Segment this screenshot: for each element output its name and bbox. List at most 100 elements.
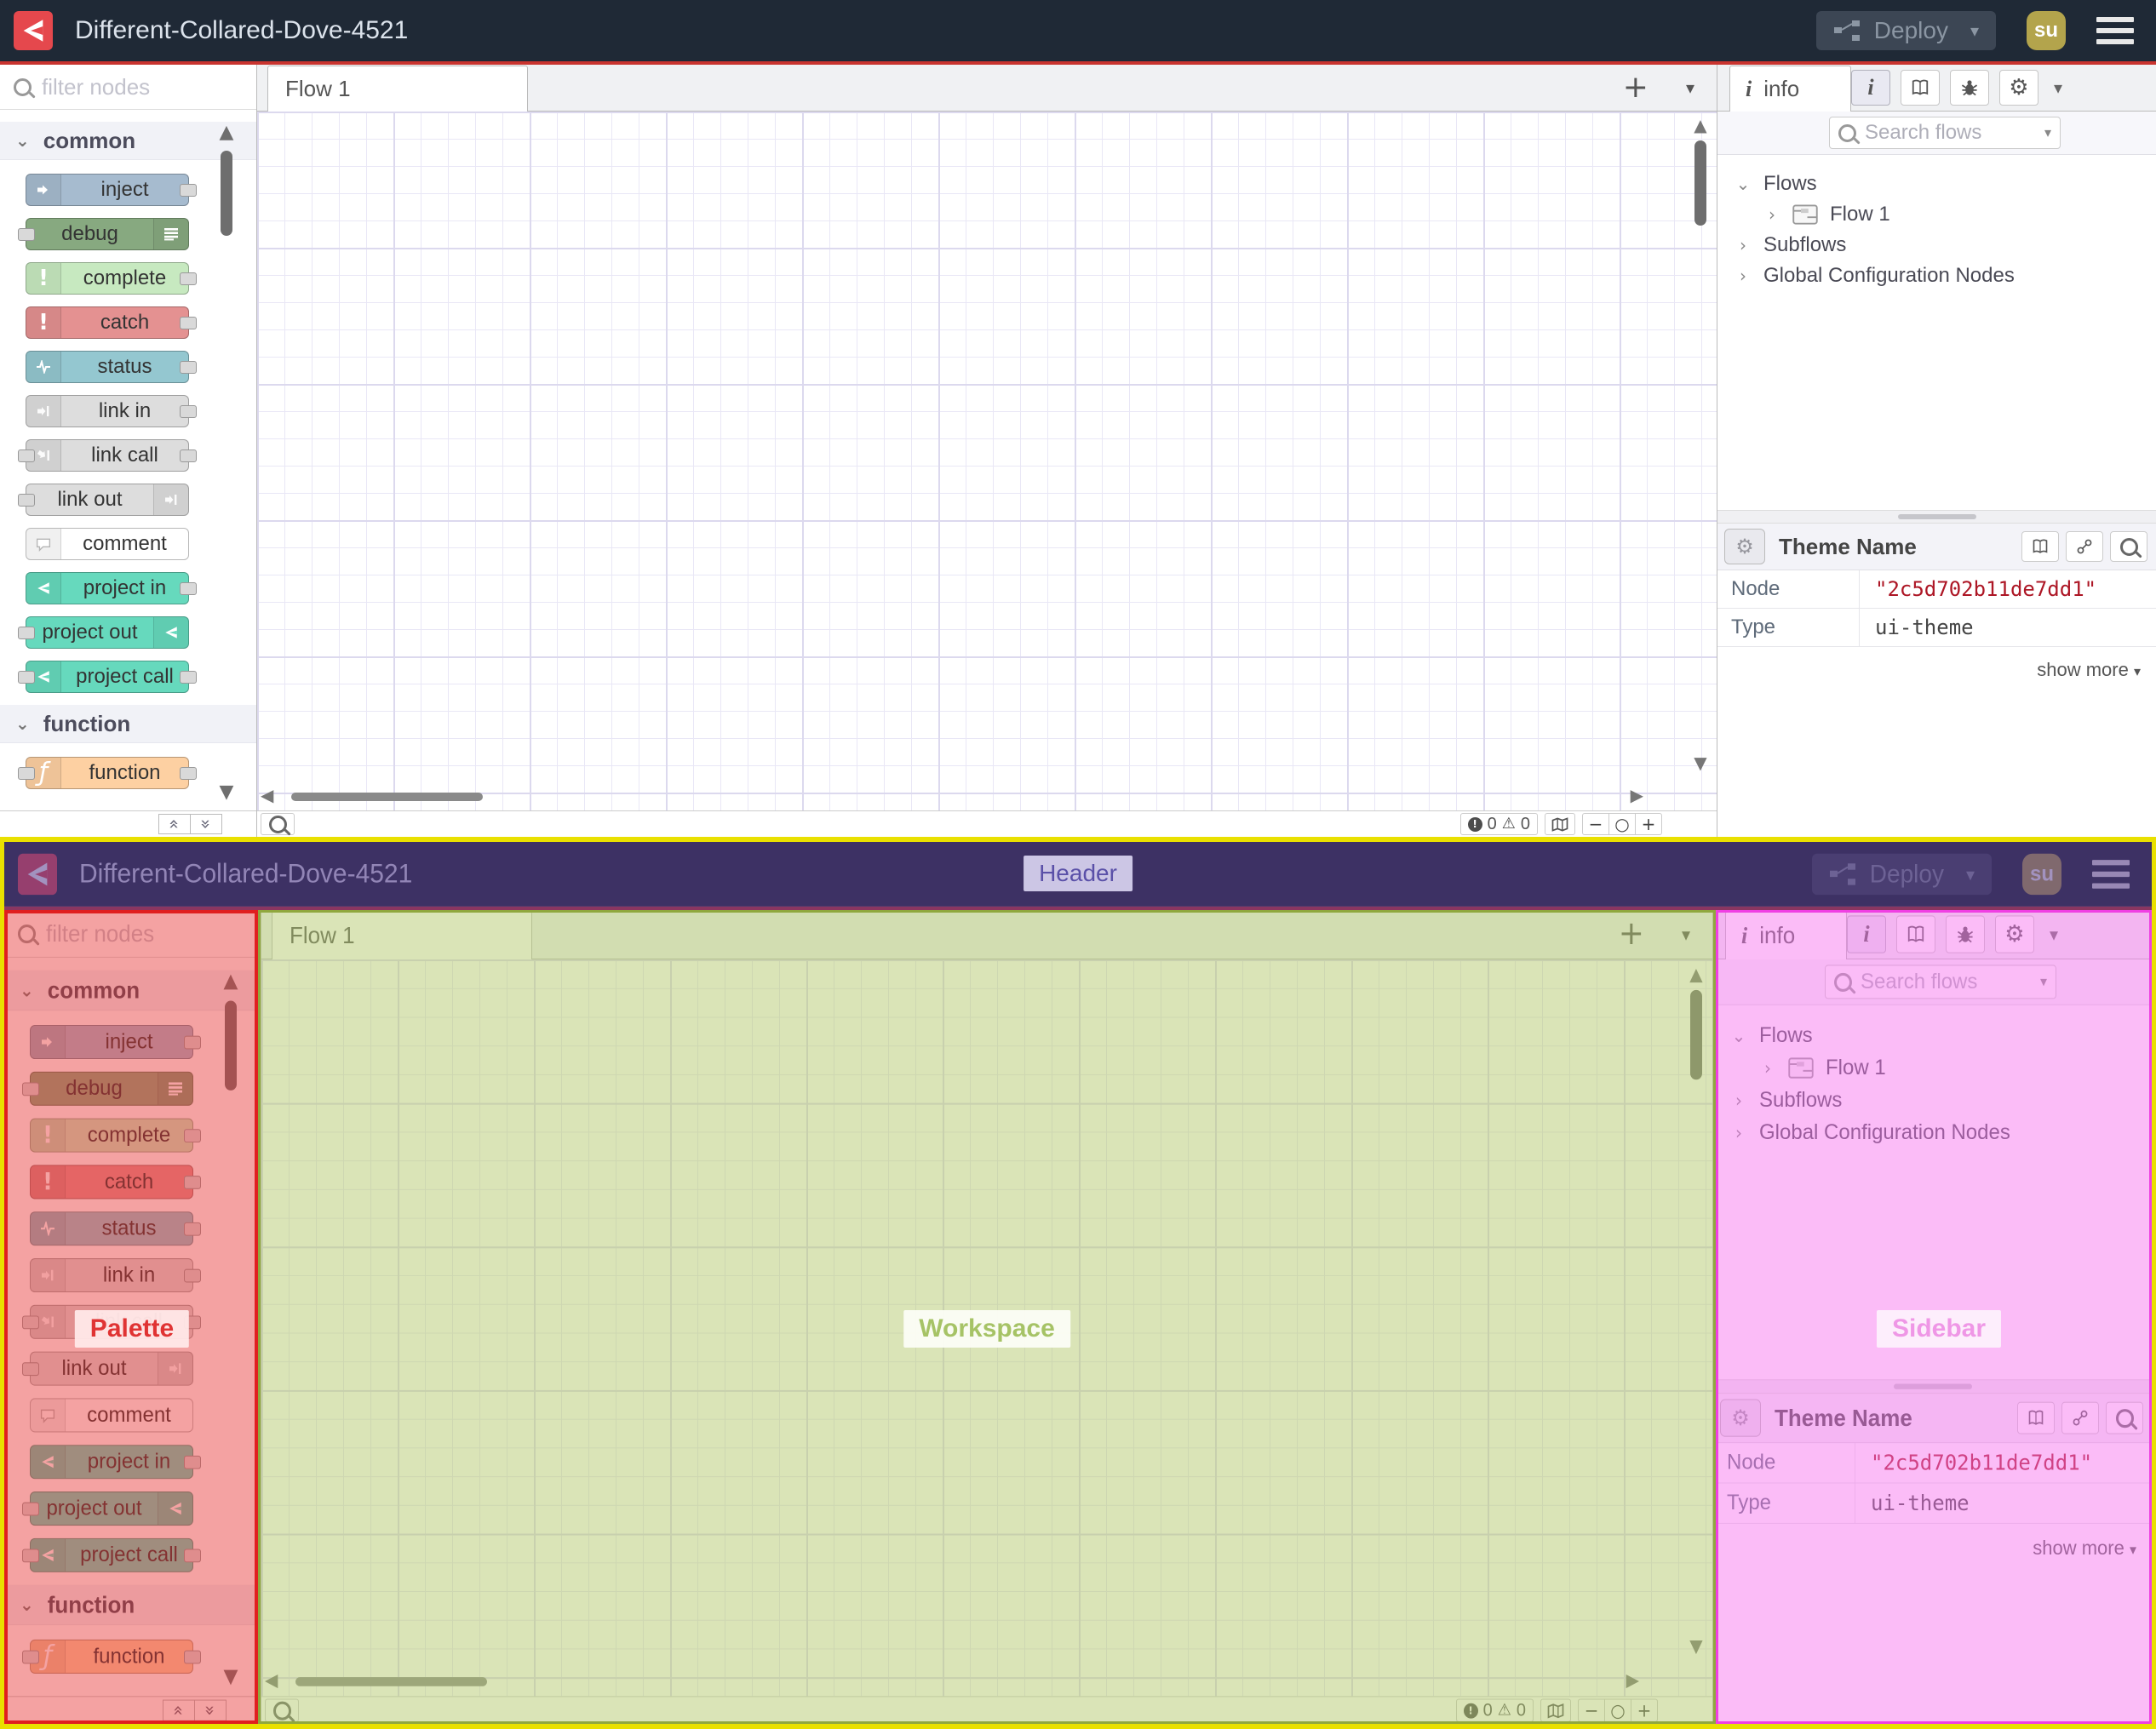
user-avatar[interactable]: su bbox=[2027, 11, 2066, 50]
collapse-all-button[interactable]: « bbox=[163, 1699, 195, 1721]
output-port[interactable] bbox=[180, 184, 197, 197]
output-port[interactable] bbox=[180, 449, 197, 462]
tab-info[interactable]: i info bbox=[1725, 911, 1847, 960]
scroll-up-icon[interactable]: ▲ bbox=[217, 123, 236, 142]
tab-flow-1[interactable]: Flow 1 bbox=[272, 911, 532, 960]
palette-node-comment[interactable]: comment bbox=[30, 1398, 193, 1433]
minimap-button[interactable] bbox=[1545, 813, 1575, 835]
zoom-out-button[interactable]: − bbox=[1582, 813, 1609, 835]
scrollbar-thumb[interactable] bbox=[1694, 140, 1706, 226]
input-port[interactable] bbox=[22, 1650, 39, 1664]
palette-node-function[interactable]: ƒ function bbox=[18, 757, 197, 789]
input-port[interactable] bbox=[18, 449, 35, 462]
output-port[interactable] bbox=[180, 361, 197, 374]
output-port[interactable] bbox=[180, 671, 197, 684]
palette-node-status[interactable]: status bbox=[26, 351, 197, 383]
node-config-button[interactable]: ⚙ bbox=[1724, 529, 1765, 564]
palette-search-input[interactable]: filter nodes bbox=[4, 910, 261, 958]
config-tab-button[interactable]: ⚙ bbox=[1998, 70, 2038, 106]
input-port[interactable] bbox=[18, 671, 35, 684]
input-port[interactable] bbox=[22, 1502, 39, 1516]
palette-node-link-in[interactable]: link in bbox=[26, 395, 197, 427]
tree-item-global-config[interactable]: › Global Configuration Nodes bbox=[1735, 260, 2156, 291]
output-port[interactable] bbox=[184, 1222, 201, 1236]
help-tab-button[interactable] bbox=[1895, 915, 1935, 953]
palette-node-project-out[interactable]: project out bbox=[18, 616, 189, 649]
copy-link-button[interactable] bbox=[2061, 1401, 2099, 1434]
scroll-down-icon[interactable]: ▼ bbox=[217, 783, 236, 802]
canvas-search-button[interactable] bbox=[265, 1698, 299, 1722]
palette-node-link-in[interactable]: link in bbox=[30, 1258, 201, 1293]
add-flow-icon[interactable]: + bbox=[1623, 72, 1649, 103]
palette-node-catch[interactable]: ! catch bbox=[30, 1165, 201, 1199]
canvas-search-button[interactable] bbox=[261, 813, 295, 835]
flow-list-caret-icon[interactable]: ▾ bbox=[1686, 79, 1694, 96]
palette-node-link-out[interactable]: link out bbox=[22, 1351, 193, 1386]
config-tab-button[interactable]: ⚙ bbox=[1994, 915, 2034, 953]
flow-canvas[interactable]: ▲ ▼ ◀ ▶ bbox=[257, 112, 1717, 810]
tab-flow-1[interactable]: Flow 1 bbox=[267, 66, 528, 112]
palette-node-inject[interactable]: inject bbox=[26, 174, 197, 206]
palette-node-catch[interactable]: ! catch bbox=[26, 306, 197, 339]
debug-tab-button[interactable] bbox=[1949, 70, 1989, 106]
palette-node-complete[interactable]: ! complete bbox=[26, 262, 197, 295]
scrollbar-thumb[interactable] bbox=[295, 1677, 487, 1686]
scroll-up-icon[interactable]: ▲ bbox=[1687, 965, 1706, 982]
input-port[interactable] bbox=[18, 228, 35, 241]
expand-all-button[interactable]: » bbox=[190, 814, 222, 834]
canvas-horizontal-scrollbar[interactable]: ◀ ▶ bbox=[265, 1671, 1639, 1692]
input-port[interactable] bbox=[18, 767, 35, 780]
collapse-all-button[interactable]: « bbox=[158, 814, 191, 834]
output-port[interactable] bbox=[184, 1549, 201, 1563]
user-avatar[interactable]: su bbox=[2022, 853, 2061, 896]
palette-node-project-call[interactable]: project call bbox=[22, 1537, 201, 1572]
canvas-vertical-scrollbar[interactable]: ▲ ▼ bbox=[1691, 117, 1710, 771]
copy-link-button[interactable] bbox=[2066, 531, 2103, 562]
input-port[interactable] bbox=[18, 627, 35, 639]
scroll-right-icon[interactable]: ▶ bbox=[1631, 787, 1643, 804]
show-more-link[interactable]: show more ▾ bbox=[1713, 1524, 2152, 1572]
zoom-reset-button[interactable]: ○ bbox=[1608, 813, 1636, 835]
scrollbar-thumb[interactable] bbox=[291, 793, 483, 801]
info-tab-button[interactable]: i bbox=[1846, 915, 1886, 953]
docs-button[interactable] bbox=[2021, 531, 2059, 562]
main-menu-icon[interactable] bbox=[2096, 17, 2134, 44]
show-more-link[interactable]: show more ▾ bbox=[1717, 647, 2156, 693]
palette-scrollbar[interactable]: ▲ ▼ bbox=[221, 971, 240, 1687]
palette-node-project-out[interactable]: project out bbox=[22, 1491, 193, 1526]
palette-scrollbar[interactable]: ▲ ▼ bbox=[217, 123, 236, 802]
sidebar-tabs-caret-icon[interactable]: ▾ bbox=[2050, 925, 2058, 943]
tree-item-global-config[interactable]: › Global Configuration Nodes bbox=[1730, 1116, 2152, 1148]
input-port[interactable] bbox=[22, 1549, 39, 1563]
output-port[interactable] bbox=[184, 1268, 201, 1283]
input-port[interactable] bbox=[22, 1082, 39, 1096]
canvas-vertical-scrollbar[interactable]: ▲ ▼ bbox=[1687, 965, 1706, 1654]
output-port[interactable] bbox=[184, 1650, 201, 1664]
zoom-out-button[interactable]: − bbox=[1578, 1698, 1605, 1722]
help-tab-button[interactable] bbox=[1900, 70, 1940, 106]
palette-node-debug[interactable]: debug bbox=[22, 1071, 193, 1106]
scroll-right-icon[interactable]: ▶ bbox=[1626, 1671, 1639, 1689]
output-port[interactable] bbox=[180, 767, 197, 780]
output-port[interactable] bbox=[180, 582, 197, 595]
palette-search-input[interactable]: filter nodes bbox=[0, 65, 256, 110]
add-flow-icon[interactable]: + bbox=[1619, 918, 1644, 951]
debug-tab-button[interactable] bbox=[1945, 915, 1985, 953]
tree-item-subflows[interactable]: › Subflows bbox=[1730, 1085, 2152, 1117]
deploy-dropdown-caret-icon[interactable]: ▾ bbox=[1966, 865, 1975, 883]
flow-status-counts[interactable]: ! 0 ⚠ 0 bbox=[1459, 813, 1538, 835]
scroll-down-icon[interactable]: ▼ bbox=[221, 1667, 240, 1687]
scrollbar-thumb[interactable] bbox=[1690, 989, 1702, 1080]
docs-button[interactable] bbox=[2017, 1401, 2055, 1434]
sidebar-tabs-caret-icon[interactable]: ▾ bbox=[2054, 79, 2062, 96]
palette-node-status[interactable]: status bbox=[30, 1211, 201, 1246]
output-port[interactable] bbox=[184, 1035, 201, 1050]
zoom-in-button[interactable]: + bbox=[1631, 1698, 1658, 1722]
expand-all-button[interactable]: » bbox=[194, 1699, 226, 1721]
deploy-button[interactable]: Deploy ▾ bbox=[1811, 853, 1992, 896]
main-menu-icon[interactable] bbox=[2092, 860, 2130, 889]
scrollbar-thumb[interactable] bbox=[225, 1000, 237, 1091]
tree-item-flow-1[interactable]: › Flow 1 bbox=[1759, 1052, 2152, 1085]
tree-item-subflows[interactable]: › Subflows bbox=[1735, 230, 2156, 260]
flow-list-caret-icon[interactable]: ▾ bbox=[1682, 925, 1690, 943]
